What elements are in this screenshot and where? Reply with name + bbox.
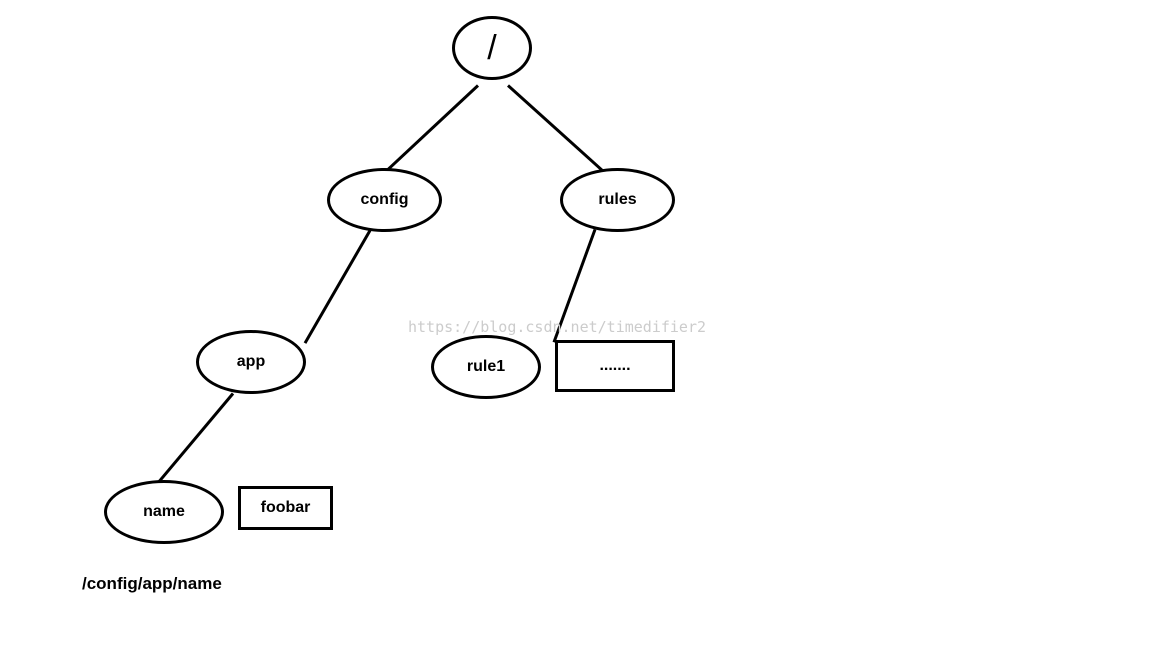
node-root: / (452, 16, 532, 80)
node-root-label: / (487, 29, 496, 68)
node-rules: rules (560, 168, 675, 232)
value-foobar: foobar (238, 486, 333, 530)
edge-config-app (304, 230, 372, 344)
value-ellipsis-label: ....... (599, 357, 630, 375)
edge-app-name (153, 393, 234, 488)
node-name: name (104, 480, 224, 544)
node-rules-label: rules (598, 191, 636, 209)
value-ellipsis: ....... (555, 340, 675, 392)
node-app: app (196, 330, 306, 394)
node-config: config (327, 168, 442, 232)
node-app-label: app (237, 353, 265, 371)
node-rule1: rule1 (431, 335, 541, 399)
edge-root-rules (507, 84, 613, 180)
node-config-label: config (361, 191, 409, 209)
node-rule1-label: rule1 (467, 358, 505, 376)
path-label: /config/app/name (82, 574, 222, 594)
edge-root-config (383, 84, 479, 173)
value-foobar-label: foobar (261, 499, 311, 517)
watermark-text: https://blog.csdn.net/timedifier2 (408, 318, 706, 336)
node-name-label: name (143, 503, 185, 521)
